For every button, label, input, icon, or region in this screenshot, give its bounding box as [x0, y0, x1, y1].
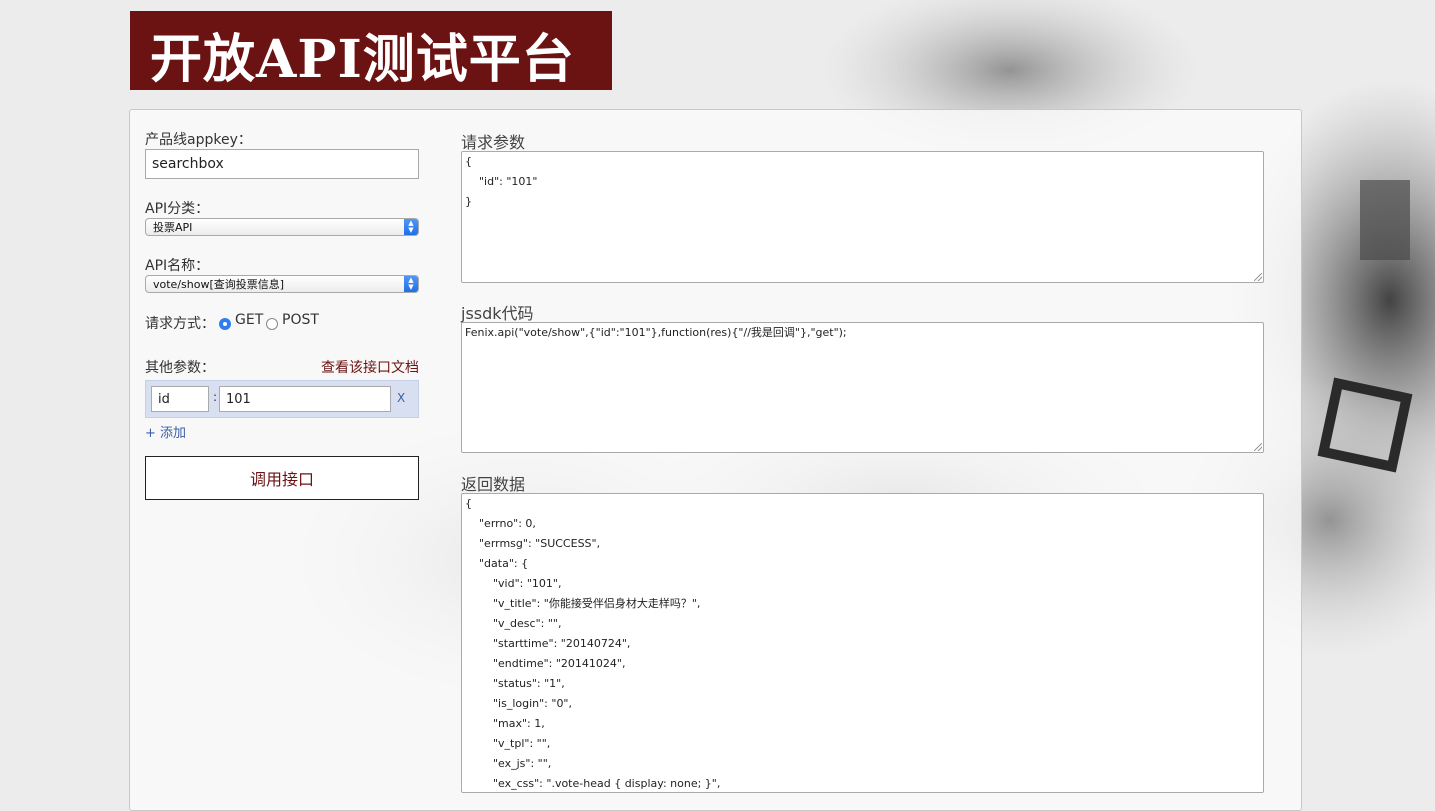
method-label: 请求方式：: [145, 316, 215, 332]
page-title: 开放API测试平台: [150, 29, 575, 90]
code-line: "errmsg": "SUCCESS",: [465, 537, 601, 550]
code-line: {: [465, 155, 472, 168]
code-line: "endtime": "20141024",: [465, 657, 626, 670]
method-post-label: POST: [282, 312, 319, 328]
code-line: "v_desc": "",: [465, 617, 562, 630]
param-value-input[interactable]: 101: [219, 386, 391, 412]
resize-grip-icon[interactable]: [1254, 273, 1262, 281]
code-line: "status": "1",: [465, 677, 565, 690]
api-category-selected: 投票API: [153, 221, 193, 234]
code-line: Fenix.api("vote/show",{"id":"101"},funct…: [465, 326, 847, 339]
add-param-link[interactable]: + 添加: [145, 422, 186, 441]
request-params-textarea[interactable]: { "id": "101" }: [461, 151, 1264, 283]
api-category-label: API分类：: [145, 201, 210, 217]
other-params-label: 其他参数：: [145, 360, 215, 376]
param-row: id : 101 X: [145, 380, 419, 418]
response-textarea[interactable]: { "errno": 0, "errmsg": "SUCCESS", "data…: [461, 493, 1264, 793]
response-title: 返回数据: [461, 475, 526, 494]
code-line: "id": "101": [465, 175, 538, 188]
api-name-select[interactable]: vote/show[查询投票信息] ▲ ▼: [145, 275, 419, 293]
resize-grip-icon[interactable]: [1254, 443, 1262, 451]
code-line: "max": 1,: [465, 717, 545, 730]
param-separator: :: [213, 390, 218, 404]
code-line: "ex_js": "",: [465, 757, 552, 770]
select-arrows-icon: ▲ ▼: [404, 276, 418, 292]
appkey-input[interactable]: searchbox: [145, 149, 419, 179]
code-line: {: [465, 497, 472, 510]
call-api-button[interactable]: 调用接口: [145, 456, 419, 500]
appkey-label: 产品线appkey：: [145, 132, 252, 148]
code-line: "is_login": "0",: [465, 697, 572, 710]
method-get-radio[interactable]: [219, 318, 231, 330]
code-line: "v_tpl": "",: [465, 737, 551, 750]
method-get-label: GET: [235, 312, 264, 328]
api-category-select[interactable]: 投票API ▲ ▼: [145, 218, 419, 236]
remove-param-button[interactable]: X: [397, 391, 405, 405]
api-doc-link[interactable]: 查看该接口文档: [321, 357, 419, 377]
api-name-selected: vote/show[查询投票信息]: [153, 278, 285, 291]
code-line: "ex_css": ".vote-head { display: none; }…: [465, 777, 721, 790]
code-line: "vid": "101",: [465, 577, 562, 590]
code-line: "errno": 0,: [465, 517, 536, 530]
param-key-input[interactable]: id: [151, 386, 209, 412]
jssdk-textarea[interactable]: Fenix.api("vote/show",{"id":"101"},funct…: [461, 322, 1264, 453]
code-line: }: [465, 195, 472, 208]
api-name-label: API名称：: [145, 258, 210, 274]
select-arrows-icon: ▲ ▼: [404, 219, 418, 235]
page-banner: 开放API测试平台: [130, 11, 612, 90]
request-params-title: 请求参数: [461, 133, 526, 152]
method-post-radio[interactable]: [266, 318, 278, 330]
code-line: "starttime": "20140724",: [465, 637, 631, 650]
jssdk-title: jssdk代码: [461, 304, 534, 323]
code-line: "v_title": "你能接受伴侣身材大走样吗？",: [465, 597, 701, 610]
code-line: "data": {: [465, 557, 529, 570]
